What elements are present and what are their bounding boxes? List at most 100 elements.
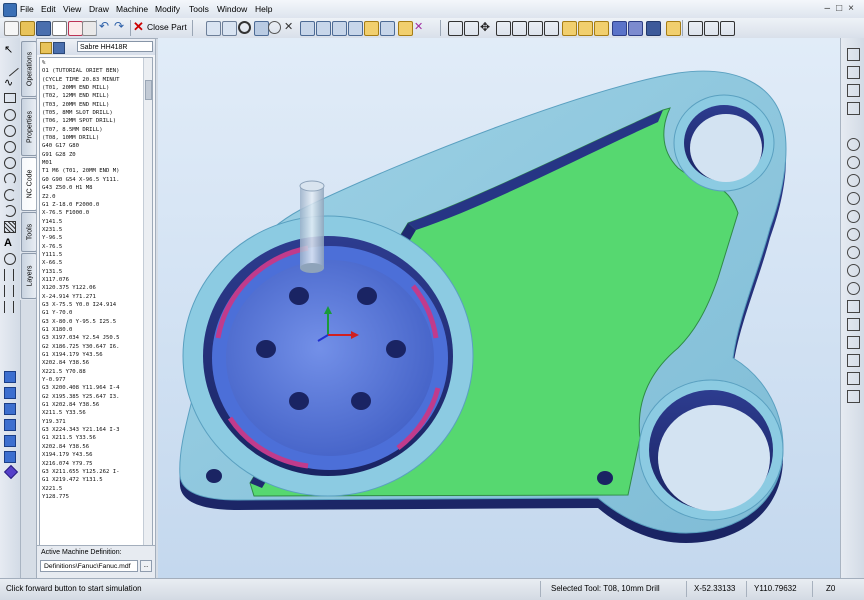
measure-icon[interactable]: ✕ <box>414 21 427 34</box>
snap-grid-icon[interactable] <box>348 21 363 36</box>
nc-code-scrollbar[interactable] <box>143 58 152 572</box>
new-icon[interactable] <box>4 21 19 36</box>
chamfer-icon[interactable] <box>847 156 860 169</box>
tab-properties[interactable]: Properties <box>21 98 37 156</box>
align-icon[interactable] <box>847 84 860 97</box>
menu-help[interactable]: Help <box>255 4 272 14</box>
open-nc-icon[interactable] <box>40 42 52 54</box>
dimension-icon[interactable] <box>4 269 14 281</box>
close-part-icon[interactable]: ✕ <box>133 20 146 34</box>
view-front-icon[interactable] <box>512 21 527 36</box>
wireframe-icon[interactable] <box>628 21 643 36</box>
toggle-toolpath-icon[interactable] <box>666 21 681 36</box>
browse-button[interactable]: ... <box>140 560 152 572</box>
tab-tools[interactable]: Tools <box>21 212 37 252</box>
pan-icon[interactable]: ✥ <box>480 21 493 34</box>
snap-circle-icon[interactable] <box>268 21 281 34</box>
rectangle-icon[interactable] <box>4 93 16 103</box>
menu-edit[interactable]: Edit <box>41 4 56 14</box>
snap-perp-icon[interactable] <box>316 21 331 36</box>
trim-icon[interactable] <box>847 192 860 205</box>
solid-union-icon[interactable] <box>4 419 16 431</box>
3d-viewport[interactable] <box>158 38 840 578</box>
fillet-icon[interactable] <box>847 138 860 151</box>
machine-select[interactable]: Sabre HH418R <box>77 41 153 52</box>
zoom-extents-icon[interactable] <box>464 21 479 36</box>
snap-end-icon[interactable] <box>254 21 269 36</box>
menu-view[interactable]: View <box>63 4 81 14</box>
copy-icon[interactable] <box>847 354 860 367</box>
move-icon[interactable] <box>847 336 860 349</box>
nc-code-editor[interactable]: % O1 (TUTORIAL ORIET BEN) (CYCLE TIME 20.8… <box>39 57 153 573</box>
line-icon[interactable] <box>1 58 19 77</box>
grid-icon[interactable] <box>847 48 860 61</box>
solid-extrude-icon[interactable] <box>4 387 16 399</box>
arc-icon[interactable] <box>4 205 16 217</box>
ortho-icon[interactable] <box>364 21 379 36</box>
circle-icon[interactable] <box>4 141 16 153</box>
dimension-icon[interactable] <box>4 301 14 313</box>
solid-box-icon[interactable] <box>4 371 16 383</box>
mirror-icon[interactable] <box>847 282 860 295</box>
view-iso-icon[interactable] <box>544 21 559 36</box>
zoom-window-icon[interactable] <box>448 21 463 36</box>
save-icon[interactable] <box>36 21 51 36</box>
solid-intersect-icon[interactable] <box>4 451 16 463</box>
menu-file[interactable]: File <box>20 4 34 14</box>
dimension-icon[interactable] <box>4 285 14 297</box>
render-mode-icon[interactable] <box>646 21 661 36</box>
tab-operations[interactable]: Operations <box>21 41 37 97</box>
solid-revolve-icon[interactable] <box>4 403 16 415</box>
snap-center-icon[interactable] <box>238 21 251 34</box>
tab-nc-code[interactable]: NC Code <box>21 157 37 211</box>
rotate-view-icon[interactable] <box>562 21 577 36</box>
offset-icon[interactable] <box>847 174 860 187</box>
orbit-icon[interactable] <box>578 21 593 36</box>
snap-polar-icon[interactable] <box>380 21 395 36</box>
select-tool-icon[interactable] <box>206 21 221 36</box>
check-icon[interactable] <box>398 21 413 36</box>
circle-3pt-icon[interactable] <box>4 125 16 137</box>
snap-mid-icon[interactable] <box>300 21 315 36</box>
array-icon[interactable] <box>847 372 860 385</box>
text-icon[interactable]: A <box>4 237 16 249</box>
arc-icon[interactable] <box>4 189 16 201</box>
circle-icon[interactable] <box>4 157 16 169</box>
view-cube-icon[interactable] <box>594 21 609 36</box>
window-controls[interactable]: –□× <box>825 3 860 14</box>
circle-icon[interactable] <box>4 109 16 121</box>
solid-diamond-icon[interactable] <box>3 464 19 480</box>
shaded-icon[interactable] <box>612 21 627 36</box>
menu-modify[interactable]: Modify <box>155 4 180 14</box>
app-icon[interactable] <box>3 3 17 17</box>
close-file-icon[interactable] <box>68 21 83 36</box>
layout-split-icon[interactable] <box>704 21 719 36</box>
open-icon[interactable] <box>20 21 35 36</box>
hatch-icon[interactable] <box>4 221 16 233</box>
distribute-icon[interactable] <box>847 102 860 115</box>
rotate-icon[interactable] <box>847 318 860 331</box>
close-part-button[interactable]: Close Part <box>147 22 187 32</box>
layout-single-icon[interactable] <box>688 21 703 36</box>
view-top-icon[interactable] <box>496 21 511 36</box>
break-icon[interactable] <box>847 228 860 241</box>
snap-points-icon[interactable] <box>847 66 860 79</box>
print-icon[interactable] <box>52 21 67 36</box>
solid-subtract-icon[interactable] <box>4 435 16 447</box>
export-icon[interactable] <box>82 21 97 36</box>
explode-icon[interactable] <box>847 264 860 277</box>
machine-definition-field[interactable]: Definitions\Fanuc\Fanuc.mdf <box>40 560 138 572</box>
menu-window[interactable]: Window <box>217 4 247 14</box>
polyline-icon[interactable]: ∿ <box>4 77 16 89</box>
pointer-icon[interactable]: ↖ <box>4 44 16 56</box>
redo-icon[interactable]: ↷ <box>114 20 127 34</box>
tab-layers[interactable]: Layers <box>21 253 37 299</box>
extend-icon[interactable] <box>847 210 860 223</box>
snap-icon[interactable] <box>222 21 237 36</box>
menu-draw[interactable]: Draw <box>89 4 109 14</box>
menu-machine[interactable]: Machine <box>116 4 148 14</box>
snap-tangent-icon[interactable] <box>332 21 347 36</box>
layout-quad-icon[interactable] <box>720 21 735 36</box>
circle-icon[interactable] <box>4 253 16 265</box>
snap-intersect-icon[interactable]: ✕ <box>284 21 297 34</box>
